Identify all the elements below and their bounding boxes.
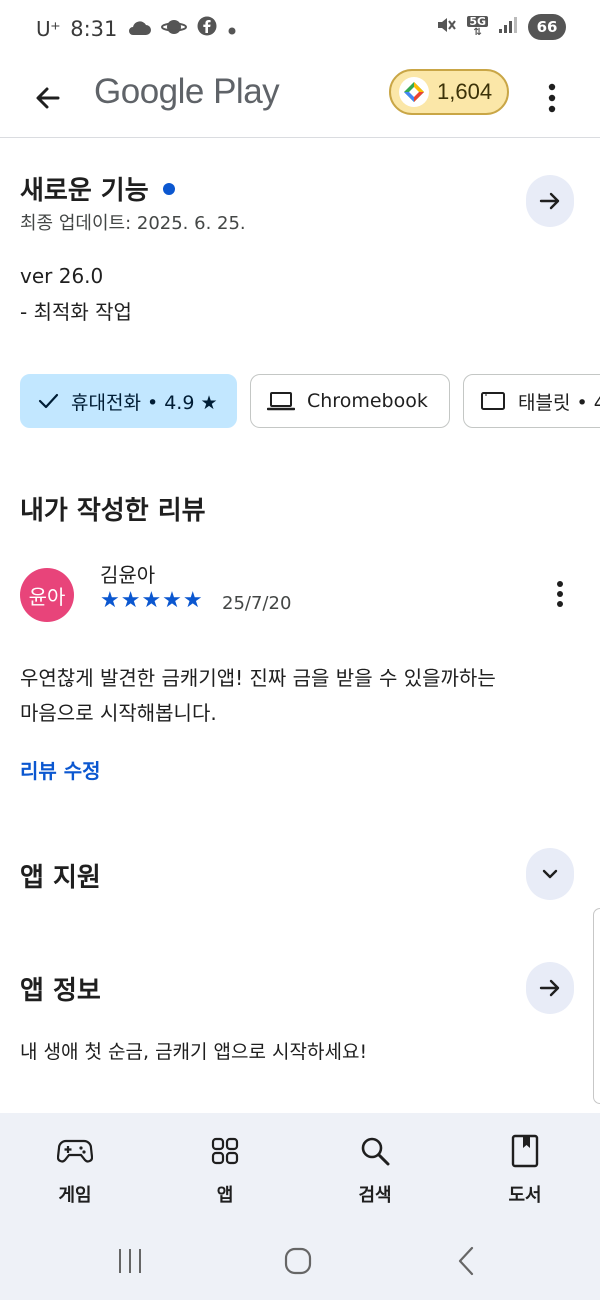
- cloud-icon: [127, 17, 152, 41]
- tablet-icon: [481, 392, 505, 410]
- app-bar: Google Play 1,604: [0, 58, 600, 138]
- nav-books-label: 도서: [508, 1185, 542, 1206]
- review-more-button[interactable]: [544, 574, 576, 614]
- apps-grid-icon: [205, 1131, 245, 1171]
- whats-new-title-text: 새로운 기능: [20, 176, 149, 206]
- status-bar: U⁺ 8:31 5G ⇅ 66: [0, 0, 600, 58]
- status-right: 5G ⇅ 66: [435, 14, 566, 40]
- network-label: 5G: [467, 15, 488, 28]
- last-updated: 최종 업데이트: 2025. 6. 25.: [20, 213, 246, 234]
- app-support-title: 앱 지원: [20, 863, 101, 893]
- gamepad-icon: [55, 1131, 95, 1171]
- scroll-indicator[interactable]: [593, 908, 600, 1104]
- chevron-left-icon: [458, 1246, 474, 1276]
- chip-tablet[interactable]: 태블릿 • 4: [463, 374, 600, 428]
- review-text-line2: 마음으로 시작해봅니다.: [20, 701, 217, 725]
- home-icon: [284, 1247, 312, 1275]
- arrow-right-icon: [539, 979, 560, 997]
- carrier-label: U⁺: [36, 16, 61, 41]
- app-info-title: 앱 정보: [20, 976, 101, 1006]
- nav-games[interactable]: 게임: [0, 1113, 150, 1223]
- avatar: 윤아: [20, 568, 74, 622]
- new-indicator-dot: [162, 182, 175, 195]
- arrow-right-icon: [539, 192, 560, 210]
- more-vertical-icon: [548, 83, 556, 113]
- app-title: Google Play: [94, 72, 280, 111]
- notification-dot-icon: [227, 17, 237, 41]
- check-icon: [38, 393, 59, 409]
- device-chips: 휴대전화 • 4.9 ★ Chromebook 태블릿 • 4: [20, 374, 600, 430]
- nav-search[interactable]: 검색: [300, 1113, 450, 1223]
- recents-button[interactable]: [100, 1237, 160, 1285]
- chevron-down-icon: [542, 869, 558, 879]
- back-button[interactable]: [22, 72, 74, 124]
- chip-phone[interactable]: 휴대전화 • 4.9 ★: [20, 374, 237, 428]
- mute-icon: [435, 14, 457, 40]
- signal-icon: [498, 16, 518, 38]
- search-icon: [355, 1131, 395, 1171]
- my-review-title: 내가 작성한 리뷰: [20, 496, 206, 526]
- play-points-icon: [399, 77, 429, 107]
- laptop-icon: [267, 392, 295, 411]
- points-value: 1,604: [437, 79, 493, 104]
- play-points-button[interactable]: 1,604: [389, 69, 509, 115]
- system-navigation-bar: [0, 1223, 600, 1300]
- whats-new-title: 새로운 기능: [20, 170, 175, 207]
- reviewer-name: 김윤아: [100, 563, 156, 587]
- facebook-icon: [197, 16, 217, 41]
- nav-games-label: 게임: [58, 1185, 92, 1206]
- book-icon: [505, 1131, 545, 1171]
- status-left: U⁺ 8:31: [36, 16, 237, 41]
- chip-chromebook-label: Chromebook: [307, 390, 428, 412]
- planet-icon: [161, 17, 188, 41]
- nav-search-label: 검색: [358, 1185, 392, 1206]
- bottom-navigation: 게임 앱 검색 도서: [0, 1113, 600, 1223]
- nav-apps-label: 앱: [216, 1185, 234, 1206]
- battery-indicator: 66: [528, 14, 566, 40]
- chip-chromebook[interactable]: Chromebook: [250, 374, 450, 428]
- star-rating: ★★★★★: [100, 588, 204, 613]
- home-button[interactable]: [268, 1237, 328, 1285]
- edit-review-link[interactable]: 리뷰 수정: [20, 755, 101, 784]
- arrow-left-icon: [36, 87, 60, 109]
- app-info-arrow-button[interactable]: [526, 962, 574, 1014]
- review-date: 25/7/20: [222, 593, 292, 614]
- review-text-line1: 우연찮게 발견한 금캐기앱! 진짜 금을 받을 수 있을까하는: [20, 666, 496, 690]
- more-vertical-icon: [557, 581, 563, 607]
- app-info-description: 내 생애 첫 순금, 금캐기 앱으로 시작하세요!: [20, 1041, 368, 1063]
- update-note: - 최적화 작업: [20, 300, 132, 324]
- recents-icon: [119, 1249, 141, 1273]
- clock: 8:31: [70, 16, 118, 41]
- nav-apps[interactable]: 앱: [150, 1113, 300, 1223]
- chip-tablet-label: 태블릿 • 4: [518, 391, 600, 414]
- chip-phone-label: 휴대전화 • 4.9 ★: [71, 391, 218, 414]
- network-5g-icon: 5G ⇅: [467, 15, 488, 38]
- nav-books[interactable]: 도서: [450, 1113, 600, 1223]
- app-support-expand-button[interactable]: [526, 848, 574, 900]
- more-options-button[interactable]: [532, 72, 572, 124]
- version-text: ver 26.0: [20, 264, 104, 288]
- whats-new-arrow-button[interactable]: [526, 175, 574, 227]
- system-back-button[interactable]: [436, 1237, 496, 1285]
